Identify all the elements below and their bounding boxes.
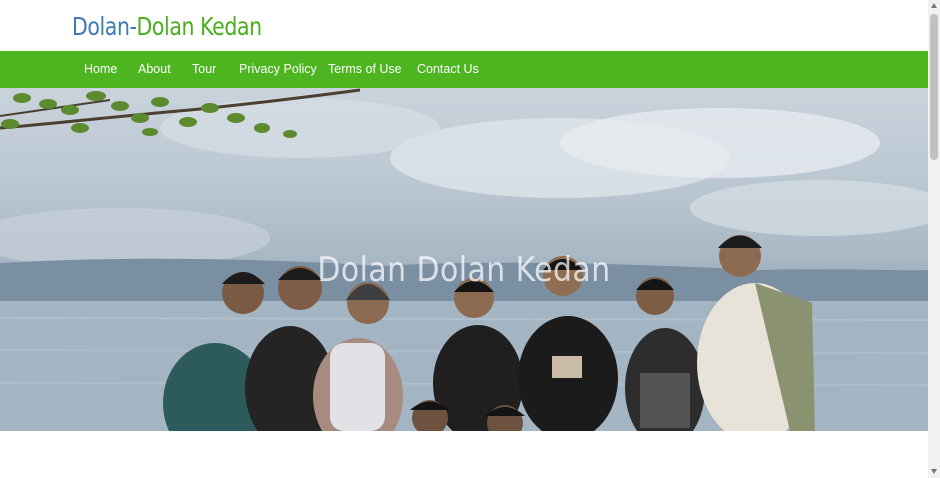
scrollbar-thumb[interactable] [930,14,938,160]
nav-item-privacy-policy[interactable]: Privacy Policy [239,51,317,88]
nav-item-tour[interactable]: Tour [192,51,216,88]
logo-text-part2: Dolan Kedan [136,12,263,41]
site-logo[interactable]: Dolan-Dolan Kedan [72,12,262,41]
scroll-up-arrow-icon[interactable] [931,3,937,8]
page: Dolan-Dolan Kedan Home About Tour Privac… [0,0,928,478]
nav-item-home[interactable]: Home [84,51,117,88]
hero-banner: Dolan Dolan Kedan [0,88,928,431]
nav-item-about[interactable]: About [138,51,171,88]
nav-item-contact-us[interactable]: Contact Us [417,51,479,88]
hero-title: Dolan Dolan Kedan [317,250,611,290]
nav-item-terms-of-use[interactable]: Terms of Use [328,51,402,88]
main-nav: Home About Tour Privacy Policy Terms of … [0,51,928,88]
page-scrollbar[interactable] [928,0,940,478]
site-header: Dolan-Dolan Kedan [0,0,928,51]
scroll-down-arrow-icon[interactable] [931,469,937,474]
logo-text-part1: Dolan- [72,12,137,41]
